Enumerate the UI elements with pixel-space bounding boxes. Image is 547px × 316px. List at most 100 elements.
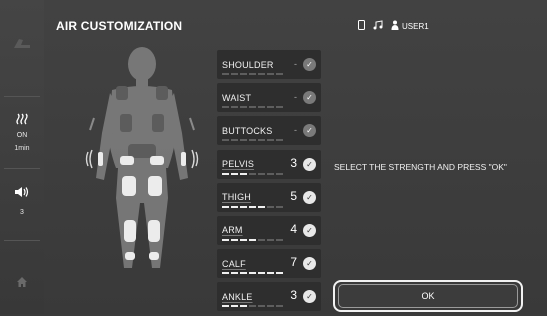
strength-dash xyxy=(249,272,256,275)
strength-dash xyxy=(249,106,256,109)
area-row-pelvis[interactable]: PELVIS 3 ✓ xyxy=(217,149,321,179)
strength-dash xyxy=(231,238,238,241)
strength-meter xyxy=(222,172,283,175)
area-label: ANKLE xyxy=(222,291,253,302)
strength-dash xyxy=(276,73,283,75)
strength-dash xyxy=(249,73,256,75)
home-button[interactable] xyxy=(0,275,44,293)
area-value: - xyxy=(294,125,297,136)
strength-dash xyxy=(267,238,274,241)
area-value: - xyxy=(294,59,297,69)
home-icon xyxy=(17,277,27,287)
strength-meter xyxy=(222,305,283,308)
area-value: 3 xyxy=(290,155,297,170)
zone-buttocks xyxy=(128,144,156,158)
area-label: ARM xyxy=(222,225,243,236)
area-row-calf[interactable]: CALF 7 ✓ xyxy=(217,249,321,279)
ok-button[interactable]: OK xyxy=(333,280,523,312)
check-icon[interactable]: ✓ xyxy=(303,190,316,204)
strength-dash xyxy=(231,139,238,142)
strength-dash xyxy=(276,205,283,208)
strength-dash xyxy=(222,172,229,175)
check-icon[interactable]: ✓ xyxy=(303,257,316,271)
strength-dash xyxy=(231,73,238,75)
check-icon[interactable]: ✓ xyxy=(303,157,316,171)
strength-dash xyxy=(231,272,238,275)
strength-dash xyxy=(231,305,238,308)
heat-button[interactable]: ON 1min xyxy=(0,112,44,154)
check-icon[interactable]: ✓ xyxy=(303,91,316,105)
strength-dash xyxy=(249,172,256,175)
strength-dash xyxy=(249,139,256,142)
check-icon[interactable]: ✓ xyxy=(303,124,316,138)
speaker-icon xyxy=(15,187,29,197)
strength-meter xyxy=(222,272,283,275)
strength-dash xyxy=(258,106,265,109)
zone-thigh-right xyxy=(148,176,162,196)
strength-dash xyxy=(267,139,274,142)
volume-button[interactable]: 3 xyxy=(0,185,44,218)
status-bar: USER1 xyxy=(358,19,429,33)
area-row-thigh[interactable]: THIGH 5 ✓ xyxy=(217,182,321,212)
sidebar-divider xyxy=(4,168,40,169)
user-icon xyxy=(391,20,399,32)
area-value: 5 xyxy=(290,188,297,203)
strength-dash xyxy=(267,172,274,175)
zone-thigh-left xyxy=(122,176,136,196)
volume-level: 3 xyxy=(20,209,24,216)
strength-dash xyxy=(258,205,265,208)
strength-dash xyxy=(222,238,229,241)
zone-calf-right xyxy=(148,220,160,242)
area-row-ankle[interactable]: ANKLE 3 ✓ xyxy=(217,282,321,312)
strength-dash xyxy=(258,73,265,75)
check-icon[interactable]: ✓ xyxy=(303,290,316,304)
strength-meter xyxy=(222,139,283,142)
zone-shoulder-right xyxy=(156,86,168,100)
zone-ankle-right xyxy=(149,252,159,260)
area-row-shoulder[interactable]: SHOULDER - ✓ xyxy=(217,50,321,79)
area-value: - xyxy=(294,92,297,103)
strength-dash xyxy=(222,205,229,208)
recline-button[interactable] xyxy=(0,36,44,55)
area-label: SHOULDER xyxy=(222,59,274,70)
area-label: BUTTOCKS xyxy=(222,125,273,136)
area-row-arm[interactable]: ARM 4 ✓ xyxy=(217,215,321,245)
strength-dash xyxy=(240,172,247,175)
zone-ankle-left xyxy=(125,252,135,260)
zone-calf-left xyxy=(124,220,136,242)
zone-shoulder-left xyxy=(116,86,128,100)
area-value: 4 xyxy=(290,221,297,236)
strength-dash xyxy=(231,205,238,208)
strength-dash xyxy=(231,172,238,175)
strength-dash xyxy=(240,205,247,208)
strength-dash xyxy=(276,272,283,275)
check-icon[interactable]: ✓ xyxy=(303,58,316,71)
strength-dash xyxy=(240,106,247,109)
user-name: USER1 xyxy=(402,21,429,31)
area-label: CALF xyxy=(222,258,246,269)
heat-waves-icon xyxy=(16,113,28,125)
area-list: SHOULDER - ✓ WAIST - ✓ BUTTOCKS - ✓ PELV… xyxy=(217,50,321,316)
strength-dash xyxy=(276,172,283,175)
zone-pelvis-right xyxy=(150,156,164,165)
sidebar-divider xyxy=(4,96,40,97)
area-row-waist[interactable]: WAIST - ✓ xyxy=(217,83,321,113)
strength-dash xyxy=(267,205,274,208)
strength-dash xyxy=(249,238,256,241)
strength-dash xyxy=(222,73,229,75)
zone-waist-left xyxy=(120,114,132,132)
music-note-icon xyxy=(373,20,383,32)
ok-button-label: OK xyxy=(338,284,518,308)
strength-meter xyxy=(222,73,283,75)
check-icon[interactable]: ✓ xyxy=(303,223,316,237)
area-label: WAIST xyxy=(222,92,252,103)
strength-dash xyxy=(240,272,247,275)
strength-dash xyxy=(276,238,283,241)
strength-dash xyxy=(240,238,247,241)
strength-dash xyxy=(240,73,247,75)
zone-waist-right xyxy=(152,114,164,132)
heat-time: 1min xyxy=(14,145,30,152)
area-row-buttocks[interactable]: BUTTOCKS - ✓ xyxy=(217,116,321,146)
strength-dash xyxy=(276,139,283,142)
sidebar: ON 1min 3 xyxy=(0,0,45,314)
